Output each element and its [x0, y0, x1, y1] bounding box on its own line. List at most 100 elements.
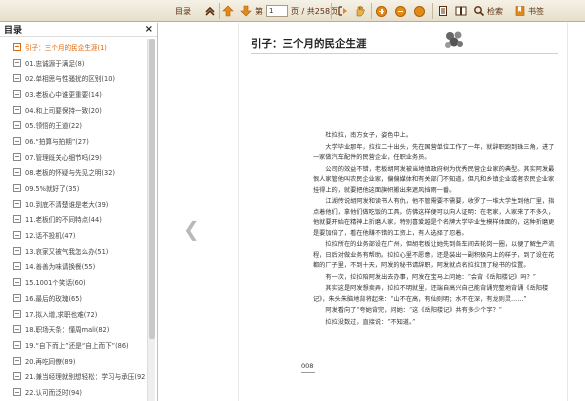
collapse-icon[interactable]	[13, 42, 21, 51]
toc-item[interactable]: 14.善善为味请换餐(55)	[13, 259, 146, 275]
next-page-icon[interactable]	[240, 4, 252, 18]
toc-item-label: 01.忠诚源于满足(8)	[25, 59, 85, 68]
toc-scrollbar[interactable]	[147, 39, 155, 401]
collapse-icon[interactable]	[13, 231, 21, 240]
toc-sidebar: 目录 × 引子：三个月的民企生涯(1) 01.忠诚源于满足(8) 02.单相思与性骚…	[0, 23, 158, 401]
toc-item[interactable]: 12.话不投机(47)	[13, 227, 146, 243]
book-page: 引子：三个月的民企生涯 杜拉拉，南方女子，姿色中上。 大学毕业那年，拉拉二十出头，…	[238, 23, 568, 401]
reader-toolbar: 目录 第 1 页 / 共258页 检索 书签	[0, 0, 585, 22]
single-page-icon[interactable]	[437, 4, 449, 18]
collapse-icon[interactable]	[13, 89, 21, 98]
collapse-icon[interactable]	[13, 387, 21, 396]
bookmark-button[interactable]: 书签	[514, 4, 544, 18]
toc-item[interactable]: 07.管理既关心细节吗(29)	[13, 149, 146, 165]
page-number-rule	[301, 372, 315, 373]
toc-button[interactable]: 目录	[175, 4, 191, 18]
collapse-icon[interactable]	[13, 74, 21, 83]
toc-item[interactable]: 19.“自下而上”还是“自上而下”(86)	[13, 337, 146, 353]
collapse-icon[interactable]	[13, 293, 21, 302]
toc-item[interactable]: 10.到底不清楚谁是老大(39)	[13, 196, 146, 212]
toc-item-label: 18.职场天条：懂周mali(82)	[25, 326, 110, 335]
body-paragraph: 公司的效益不错，老板胡阿发被当地镇政府树为优秀民营企业家的典型。其实阿发最恨人家…	[313, 165, 555, 194]
collapse-icon[interactable]	[13, 215, 21, 224]
toc-item-label: 16.最后的玫瑰(65)	[25, 294, 82, 303]
text-select-icon[interactable]	[337, 4, 349, 18]
collapse-icon[interactable]	[13, 58, 21, 67]
collapse-icon[interactable]	[13, 372, 21, 381]
double-page-icon[interactable]	[455, 4, 467, 18]
toc-item[interactable]: 21.兼当经理就别想轻松：学习与承压(92)	[13, 368, 146, 384]
prev-page-icon[interactable]	[222, 4, 234, 18]
toc-title: 目录	[4, 26, 23, 36]
page-prefix: 第	[255, 6, 263, 16]
toc-item-label: 19.“自下而上”还是“自上而下”(86)	[25, 341, 129, 350]
toc-item[interactable]: 15.1001个笑话(60)	[13, 274, 146, 290]
body-paragraph: 江湖传说胡阿发和读书人有仇，他不管需要不需要，收罗了一堆大学生到他厂里，指点着他…	[313, 198, 555, 237]
toc-item-label: 03.老板心中谁更重要(14)	[25, 90, 102, 99]
chapter-divider	[251, 53, 558, 54]
collapse-icon[interactable]	[13, 136, 21, 145]
toc-item[interactable]: 17.拟入增,求职也难(72)	[13, 306, 146, 322]
body-paragraph: 杜拉拉，南方女子，姿色中上。	[325, 132, 413, 139]
toc-item-label: 13.哀家又被气我怎么办(51)	[25, 247, 109, 256]
chapter-ornament-icon	[445, 31, 463, 48]
collapse-up-icon[interactable]	[204, 4, 216, 18]
toc-item[interactable]: 04.和上司要保持一致(20)	[13, 102, 146, 118]
toc-item[interactable]: 06.“拍算与拍期”(27)	[13, 133, 146, 149]
zoom-in-icon[interactable]	[376, 4, 387, 18]
toc-item[interactable]: 20.再吃同僚(89)	[13, 353, 146, 369]
toc-item[interactable]: 11.老板们的不同特点(44)	[13, 212, 146, 228]
collapse-icon[interactable]	[13, 152, 21, 161]
collapse-icon[interactable]	[13, 262, 21, 271]
zoom-reset-icon[interactable]	[414, 4, 425, 18]
toc-item[interactable]: 08.老板的怀疑与先见之明(32)	[13, 165, 146, 181]
search-button[interactable]: 检索	[473, 4, 503, 18]
chapter-title: 引子：三个月的民企生涯	[251, 38, 367, 50]
hand-tool-icon[interactable]	[354, 4, 366, 18]
body-paragraph: 拉拉没数过，直接说：“不知道。”	[325, 318, 416, 326]
body-paragraph: 有一次，拉拉陪阿发出去办事，阿发在宝马上问她：“会背《岳阳楼记》吗？”	[325, 273, 536, 281]
collapse-icon[interactable]	[13, 278, 21, 287]
toc-item-label: 10.到底不清楚谁是老大(39)	[25, 200, 109, 209]
toc-item[interactable]: 22.认可而泛时(94)	[13, 384, 146, 400]
search-label: 检索	[487, 6, 503, 16]
toc-item[interactable]: 13.哀家又被气我怎么办(51)	[13, 243, 146, 259]
toc-item-label: 17.拟入增,求职也难(72)	[25, 310, 98, 319]
collapse-icon[interactable]	[13, 199, 21, 208]
toc-item[interactable]: 09.5%就好了(35)	[13, 180, 146, 196]
toc-item-label: 05.领悟的王道(22)	[25, 122, 82, 131]
toc-item[interactable]: 16.最后的玫瑰(65)	[13, 290, 146, 306]
zoom-out-icon[interactable]	[395, 4, 406, 18]
toc-item[interactable]: 02.单相思与性骚扰的区别(10)	[13, 70, 146, 86]
toc-list: 引子：三个月的民企生涯(1) 01.忠诚源于满足(8) 02.单相思与性骚扰的区别(…	[13, 39, 146, 401]
collapse-icon[interactable]	[13, 325, 21, 334]
page-number: 008	[301, 362, 314, 370]
collapse-icon[interactable]	[13, 121, 21, 130]
collapse-icon[interactable]	[13, 168, 21, 177]
toc-item[interactable]: 03.老板心中谁更重要(14)	[13, 86, 146, 102]
toc-item[interactable]: 05.领悟的王道(22)	[13, 117, 146, 133]
page-number-input[interactable]: 1	[266, 5, 288, 17]
page-body-text: 杜拉拉，南方女子，姿色中上。 大学毕业那年，拉拉二十出头，先在国营单位工作了一年，…	[313, 131, 558, 329]
collapse-icon[interactable]	[13, 246, 21, 255]
bookmark-label: 书签	[528, 6, 544, 16]
toc-item-label: 08.老板的怀疑与先见之明(32)	[25, 169, 115, 178]
prev-page-arrow-icon[interactable]: ❮	[183, 217, 200, 241]
toc-scrollbar-thumb[interactable]	[149, 39, 155, 339]
toc-item-label: 14.善善为味请换餐(55)	[25, 263, 96, 272]
collapse-icon[interactable]	[13, 356, 21, 365]
toc-header: 目录 ×	[0, 23, 157, 37]
toc-item[interactable]: 18.职场天条：懂周mali(82)	[13, 321, 146, 337]
collapse-icon[interactable]	[13, 340, 21, 349]
close-icon[interactable]: ×	[145, 24, 153, 35]
collapse-icon[interactable]	[13, 105, 21, 114]
toc-item[interactable]: 引子：三个月的民企生涯(1)	[13, 39, 146, 55]
toc-item-label: 09.5%就好了(35)	[25, 185, 80, 194]
body-paragraph: 拉拉所在的业务部设在广州，但胡老板让她先到各车间去轮岗一圈，以便了解生产流程，日…	[313, 241, 555, 269]
toc-item-label: 02.单相思与性骚扰的区别(10)	[25, 75, 115, 84]
collapse-icon[interactable]	[13, 184, 21, 193]
toc-item-label: 11.老板们的不同特点(44)	[25, 216, 102, 225]
toc-item[interactable]: 01.忠诚源于满足(8)	[13, 55, 146, 71]
collapse-icon[interactable]	[13, 309, 21, 318]
body-paragraph: 阿发看向了“夸她背完，问她：“这《岳阳楼记》共有多少个字？”	[325, 307, 502, 314]
